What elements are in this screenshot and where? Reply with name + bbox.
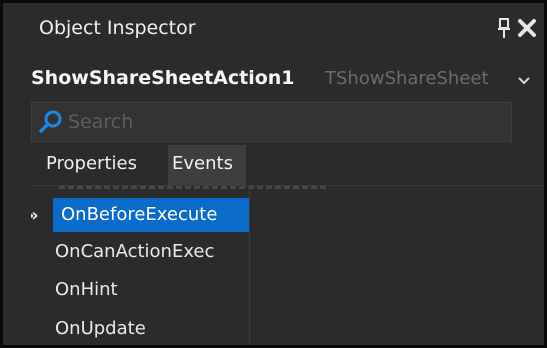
event-value-field[interactable] [251, 312, 544, 345]
panel-titlebar: Object Inspector [3, 3, 544, 61]
event-value-field[interactable] [251, 198, 544, 232]
search-input[interactable]: Search [31, 102, 512, 142]
pin-icon[interactable] [494, 15, 514, 41]
event-row-onhint[interactable]: OnHint [31, 273, 544, 313]
event-row-onupdate[interactable]: OnUpdate [31, 312, 544, 345]
panel-title: Object Inspector [39, 17, 196, 39]
event-value-field[interactable] [251, 235, 544, 269]
search-placeholder: Search [68, 111, 134, 133]
current-row-marker: » [31, 205, 39, 226]
events-grid: » OnBeforeExecute OnCanActionExec OnHint… [31, 185, 544, 345]
event-name[interactable]: OnBeforeExecute [53, 198, 249, 232]
close-icon[interactable] [516, 17, 538, 39]
object-selector[interactable]: ShowShareSheetAction1 TShowShareSheet [3, 61, 544, 101]
object-inspector-panel: Object Inspector ShowShareSheetAction1 T… [0, 0, 547, 348]
grid-header-remnant [59, 186, 329, 189]
event-row-oncanactionexec[interactable]: OnCanActionExec [31, 235, 544, 275]
event-name[interactable]: OnHint [55, 273, 118, 307]
object-name: ShowShareSheetAction1 [31, 67, 295, 89]
event-name[interactable]: OnCanActionExec [55, 235, 214, 269]
tab-events[interactable]: Events [168, 145, 246, 185]
tab-properties[interactable]: Properties [31, 145, 168, 185]
event-row-onbeforeexecute[interactable]: » OnBeforeExecute [31, 198, 544, 238]
event-value-field[interactable] [251, 273, 544, 307]
chevron-down-icon[interactable] [516, 73, 532, 89]
object-type: TShowShareSheet [325, 68, 489, 89]
search-icon [39, 110, 62, 133]
event-name[interactable]: OnUpdate [55, 312, 146, 345]
